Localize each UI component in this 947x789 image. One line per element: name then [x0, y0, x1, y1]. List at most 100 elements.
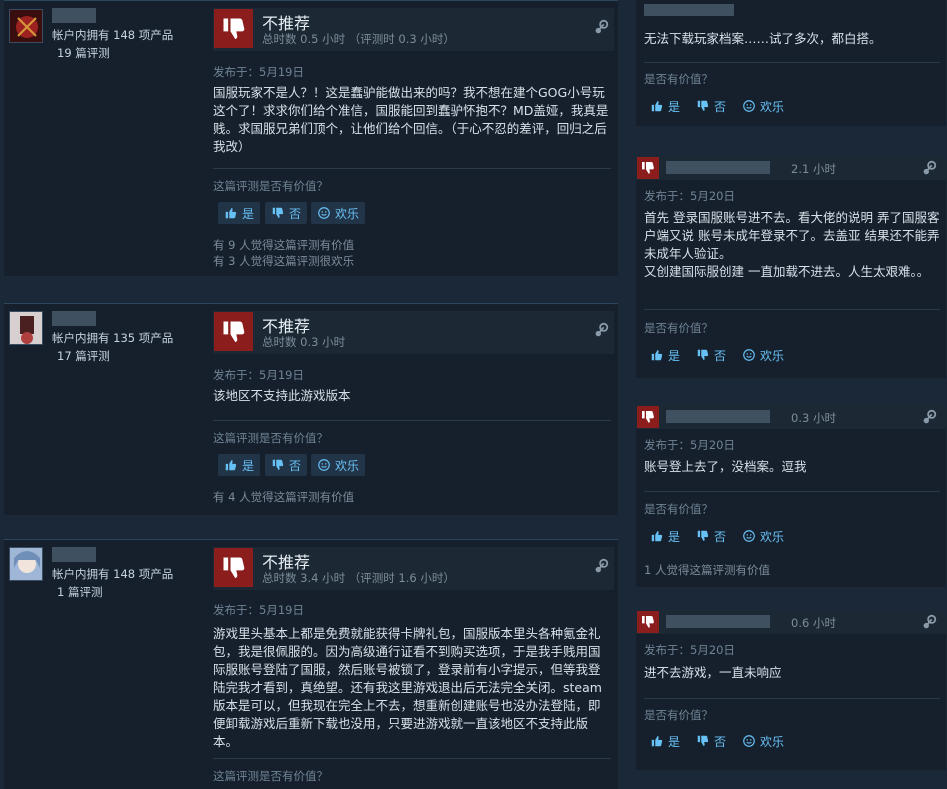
vote-yes-button[interactable]: 是	[650, 95, 680, 117]
username-redacted[interactable]	[52, 8, 96, 23]
vote-header[interactable]: 0.6 小时	[636, 610, 946, 634]
smiley-icon	[318, 207, 330, 219]
vote-no-button[interactable]: 否	[696, 525, 726, 547]
thumbs-up-icon	[651, 735, 663, 747]
helpful-count: 1 人觉得这篇评测有价值	[644, 563, 770, 577]
steam-icon	[595, 322, 609, 337]
vote-header[interactable]: 不推荐 总时数 0.5 小时 （评测时 0.3 小时）	[213, 8, 614, 51]
review-text: 该地区不支持此游戏版本	[213, 388, 351, 403]
vote-no-button[interactable]: 否	[696, 344, 726, 366]
side-review-card: 0.6 小时 发布于：5月20日 进不去游戏，一直未响应 是否有价值？ 是 否 …	[636, 610, 946, 770]
thumbs-up-icon	[225, 207, 237, 219]
review-count[interactable]: 1 篇评测	[57, 584, 102, 600]
thumbs-up-icon	[651, 349, 663, 361]
helpful-question: 这篇评测是否有价值？	[213, 431, 328, 445]
helpful-question: 是否有价值？	[644, 321, 713, 335]
no-label: 否	[714, 734, 727, 749]
vote-funny-button[interactable]: 欢乐	[311, 454, 366, 476]
thumbs-down-icon	[697, 530, 709, 542]
posted-date: 发布于：5月19日	[213, 368, 304, 382]
helpful-question: 是否有价值？	[644, 72, 713, 86]
vote-funny-button[interactable]: 欢乐	[742, 344, 784, 366]
vote-header[interactable]: 2.1 小时	[636, 156, 946, 180]
username-redacted[interactable]	[52, 311, 96, 326]
username-redacted[interactable]	[644, 4, 734, 16]
funny-label: 欢乐	[760, 529, 785, 544]
playtime: 2.1 小时	[791, 162, 836, 176]
playtime: 总时数 0.3 小时	[262, 335, 346, 349]
vote-yes-button[interactable]: 是	[650, 730, 680, 752]
username-redacted[interactable]	[666, 161, 770, 174]
review-count[interactable]: 17 篇评测	[57, 348, 110, 364]
vote-header[interactable]: 不推荐 总时数 0.3 小时	[213, 311, 614, 354]
helpful-count: 有 9 人觉得这篇评测有价值	[213, 238, 355, 252]
yes-label: 是	[242, 458, 255, 473]
vote-no-button[interactable]: 否	[696, 730, 726, 752]
vote-header[interactable]: 0.3 小时	[636, 405, 946, 429]
helpful-question: 是否有价值？	[644, 502, 713, 516]
review-text: 进不去游戏，一直未响应	[644, 665, 782, 680]
vote-funny-button[interactable]: 欢乐	[742, 730, 784, 752]
thumbs-down-icon	[697, 349, 709, 361]
divider	[644, 491, 940, 492]
username-redacted[interactable]	[666, 615, 770, 628]
playtime: 0.6 小时	[791, 616, 836, 630]
review-text: 账号登上去了，没档案。逗我	[644, 459, 807, 474]
products-owned[interactable]: 帐户内拥有 148 项产品	[52, 27, 173, 43]
vote-funny-button[interactable]: 欢乐	[742, 95, 784, 117]
steam-icon	[595, 558, 609, 573]
funny-label: 欢乐	[760, 348, 785, 363]
username-redacted[interactable]	[52, 547, 96, 562]
review-text: 无法下载玩家档案……试了多次，都白搭。	[644, 31, 882, 46]
avatar[interactable]	[9, 311, 43, 345]
vote-no-button[interactable]: 否	[265, 454, 308, 476]
funny-label: 欢乐	[335, 458, 360, 473]
divider	[213, 168, 611, 169]
thumbs-down-icon	[214, 548, 253, 587]
vote-funny-button[interactable]: 欢乐	[742, 525, 784, 547]
no-label: 否	[714, 529, 727, 544]
vote-yes-button[interactable]: 是	[218, 454, 261, 476]
funny-label: 欢乐	[760, 734, 785, 749]
review-text: 国服玩家不是人？！这是蠢驴能做出来的吗？我不想在建个GOG小号玩这个了！求求你们…	[213, 85, 609, 154]
vote-no-button[interactable]: 否	[265, 202, 308, 224]
avatar[interactable]	[9, 547, 43, 581]
divider	[644, 62, 940, 63]
thumbs-down-icon	[214, 312, 253, 351]
vote-yes-button[interactable]: 是	[218, 202, 261, 224]
products-owned[interactable]: 帐户内拥有 135 项产品	[52, 330, 173, 346]
playtime: 总时数 3.4 小时 （评测时 1.6 小时）	[262, 571, 455, 585]
no-label: 否	[714, 348, 727, 363]
smiley-icon	[743, 530, 755, 542]
thumbs-up-icon	[651, 100, 663, 112]
review-page: 帐户内拥有 148 项产品 19 篇评测 不推荐 总时数 0.5 小时 （评测时…	[0, 0, 947, 789]
helpful-question: 这篇评测是否有价值？	[213, 769, 328, 783]
thumbs-up-icon	[225, 459, 237, 471]
vote-header[interactable]: 不推荐 总时数 3.4 小时 （评测时 1.6 小时）	[213, 547, 614, 590]
yes-label: 是	[668, 529, 681, 544]
no-label: 否	[289, 206, 302, 221]
no-label: 否	[714, 99, 727, 114]
avatar[interactable]	[9, 9, 43, 43]
helpful-count: 有 4 人觉得这篇评测有价值	[213, 490, 355, 504]
thumbs-down-icon	[697, 735, 709, 747]
vote-funny-button[interactable]: 欢乐	[311, 202, 366, 224]
products-owned[interactable]: 帐户内拥有 148 项产品	[52, 566, 173, 582]
steam-icon	[923, 160, 937, 175]
vote-yes-button[interactable]: 是	[650, 525, 680, 547]
review-count[interactable]: 19 篇评测	[57, 45, 110, 61]
posted-date: 发布于：5月19日	[213, 65, 304, 79]
smiley-icon	[743, 349, 755, 361]
vote-no-button[interactable]: 否	[696, 95, 726, 117]
divider	[644, 698, 940, 699]
thumbs-down-icon	[272, 207, 284, 219]
steam-icon	[923, 409, 937, 424]
smiley-icon	[743, 735, 755, 747]
vote-yes-button[interactable]: 是	[650, 344, 680, 366]
funny-label: 欢乐	[335, 206, 360, 221]
funny-label: 欢乐	[760, 99, 785, 114]
posted-date: 发布于：5月20日	[644, 438, 735, 452]
steam-icon	[923, 614, 937, 629]
username-redacted[interactable]	[666, 410, 770, 423]
side-review-card: 无法下载玩家档案……试了多次，都白搭。 是否有价值？ 是 否 欢乐	[636, 0, 946, 126]
